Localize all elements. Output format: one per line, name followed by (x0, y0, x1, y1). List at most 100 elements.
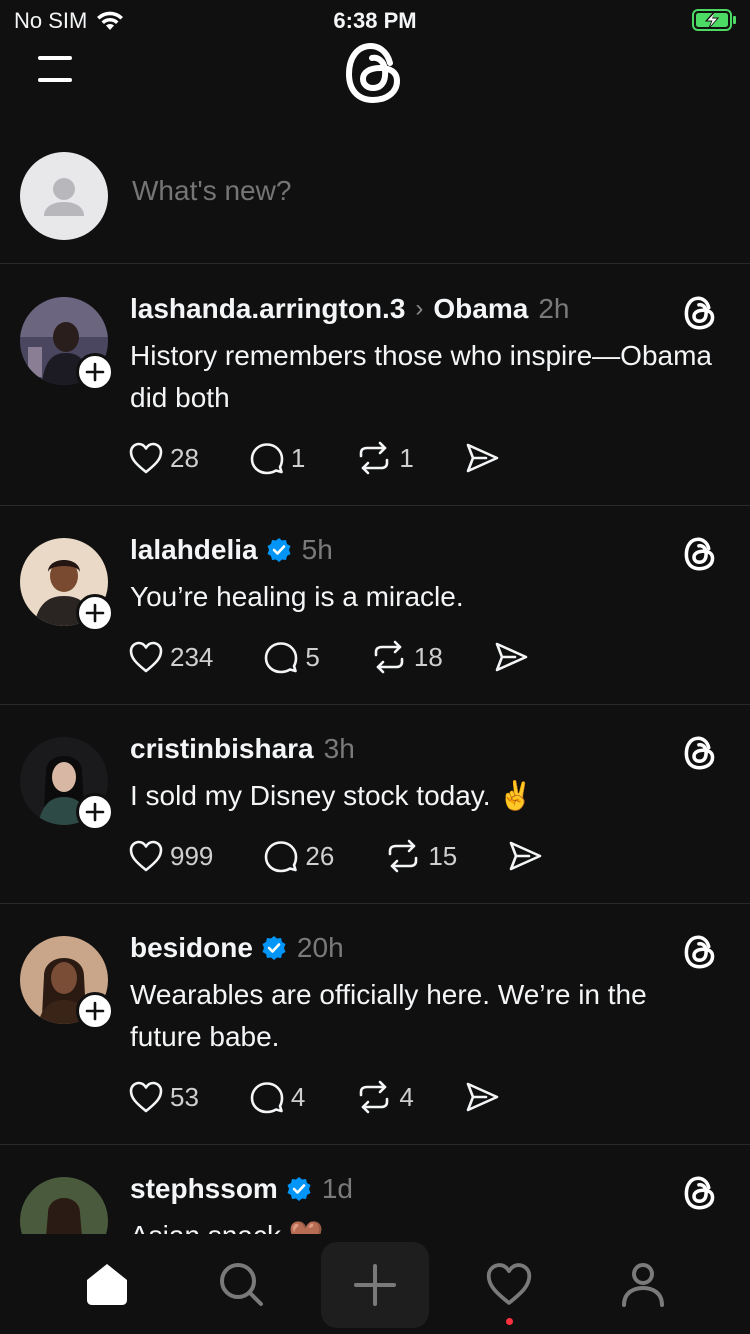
heart-icon (129, 840, 163, 872)
follow-button[interactable] (76, 594, 114, 632)
repost-count: 1 (399, 442, 414, 473)
plus-icon (354, 1264, 396, 1306)
avatar-container (20, 936, 114, 1030)
avatar-container (20, 297, 114, 391)
username[interactable]: lashanda.arrington.3 (130, 293, 405, 325)
reply-count: 1 (290, 442, 306, 473)
repost-button[interactable]: 1 (355, 441, 414, 475)
post-lashanda[interactable]: lashanda.arrington.3 › Obama 2h History … (0, 265, 750, 506)
status-time: 6:38 PM (333, 8, 417, 33)
reply-button[interactable]: 4 (249, 1080, 305, 1114)
follow-button[interactable] (76, 793, 114, 831)
repost-count: 15 (428, 840, 458, 871)
bottom-nav (0, 1234, 750, 1334)
composer (0, 130, 750, 264)
repost-icon (389, 839, 418, 873)
nav-home[interactable] (57, 1244, 157, 1324)
post-time: 20h (296, 932, 344, 963)
like-button[interactable]: 999 (128, 839, 213, 873)
post-actions: 53 4 4 (128, 1080, 550, 1114)
post-besidone[interactable]: besidone 20h Wearables are officially he… (0, 904, 750, 1145)
like-count: 28 (170, 442, 199, 473)
repost-button[interactable]: 18 (370, 640, 443, 674)
heart-icon (129, 442, 163, 474)
follow-button[interactable] (76, 992, 114, 1030)
post-cristinbishara[interactable]: cristinbishara 3h I sold my Disney stock… (0, 705, 750, 904)
repost-icon (360, 441, 389, 475)
post-header: cristinbishara 3h (130, 733, 355, 765)
nav-profile[interactable] (593, 1244, 693, 1324)
profile-icon (622, 1263, 664, 1307)
reply-button[interactable]: 26 (263, 839, 334, 873)
threads-small-icon[interactable] (682, 295, 718, 331)
threads-small-icon[interactable] (682, 536, 718, 572)
repost-icon (360, 1080, 389, 1114)
username[interactable]: cristinbishara (130, 733, 314, 765)
heart-icon (129, 1081, 163, 1113)
share-icon (509, 841, 542, 871)
post-time: 5h (301, 534, 333, 565)
post-actions: 234 5 18 (128, 640, 579, 674)
follow-button[interactable] (76, 353, 114, 391)
post-header: lashanda.arrington.3 › Obama 2h (130, 293, 570, 325)
my-avatar[interactable] (20, 152, 108, 240)
nav-compose[interactable] (321, 1242, 429, 1328)
post-actions: 28 1 1 (128, 441, 550, 475)
threads-small-icon[interactable] (682, 934, 718, 970)
share-icon (466, 443, 499, 473)
repost-button[interactable]: 4 (355, 1080, 414, 1114)
like-button[interactable]: 53 (128, 1080, 199, 1114)
threads-small-icon[interactable] (682, 1175, 718, 1211)
share-button[interactable] (493, 640, 529, 674)
like-count: 53 (170, 1081, 199, 1112)
comment-icon (250, 1082, 284, 1114)
default-profile-icon (44, 178, 84, 216)
post-text: History remembers those who inspire—Obam… (130, 340, 712, 413)
nav-activity[interactable] (459, 1244, 559, 1324)
repost-count: 4 (399, 1081, 414, 1112)
post-lalahdelia[interactable]: lalahdelia 5h You’re healing is a miracl… (0, 506, 750, 705)
like-count: 234 (170, 641, 214, 672)
share-button[interactable] (464, 1080, 500, 1114)
share-button[interactable] (464, 441, 500, 475)
reply-button[interactable]: 5 (263, 640, 320, 674)
reply-count: 26 (305, 840, 335, 871)
nav-search[interactable] (191, 1244, 291, 1324)
verified-badge-icon (267, 538, 291, 562)
post-header: lalahdelia 5h (130, 534, 333, 566)
verified-badge-icon (262, 936, 286, 960)
threads-small-icon[interactable] (682, 735, 718, 771)
username[interactable]: stephssom (130, 1173, 278, 1205)
search-icon (220, 1263, 263, 1306)
notification-dot (506, 1318, 513, 1325)
repost-icon (374, 640, 404, 674)
post-header: besidone 20h (130, 932, 344, 964)
threads-feed-screen: No SIM 6:38 PM What's new? lashanda.arri… (0, 0, 750, 1334)
username[interactable]: lalahdelia (130, 534, 258, 566)
status-bar: No SIM 6:38 PM (0, 0, 750, 40)
post-time: 1d (321, 1173, 353, 1204)
battery-icon (692, 8, 738, 38)
post-stephssom[interactable]: stephssom 1d Asian snack 🤎 (0, 1145, 750, 1234)
heart-icon (486, 1263, 532, 1305)
reply-count: 5 (305, 641, 320, 672)
thread-topic[interactable]: Obama (433, 293, 528, 325)
like-button[interactable]: 234 (128, 640, 213, 674)
post-text: Asian snack 🤎 (130, 1215, 720, 1234)
avatar[interactable] (20, 1177, 108, 1234)
heart-icon (129, 641, 163, 673)
plus-icon (85, 802, 105, 822)
repost-button[interactable]: 15 (384, 839, 457, 873)
reply-button[interactable]: 1 (249, 441, 305, 475)
share-icon (495, 642, 528, 672)
whats-new-input[interactable] (132, 175, 632, 207)
share-button[interactable] (507, 839, 543, 873)
avatar-container (20, 1177, 108, 1234)
threads-logo-icon[interactable] (341, 40, 407, 106)
post-text: I sold my Disney stock today. ✌️ (130, 780, 534, 811)
chevron-right-icon: › (415, 295, 424, 322)
post-time: 2h (538, 293, 570, 324)
menu-icon[interactable] (36, 52, 76, 86)
like-button[interactable]: 28 (128, 441, 199, 475)
username[interactable]: besidone (130, 932, 253, 964)
